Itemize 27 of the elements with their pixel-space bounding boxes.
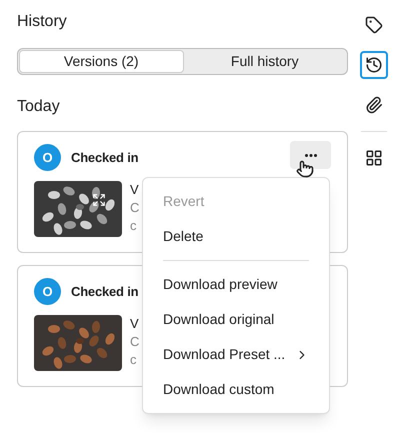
menu-item[interactable]: Download preview [143,267,329,302]
avatar: O [34,278,61,305]
entry-detail: V [130,181,140,199]
paperclip-icon [365,96,383,114]
menu-item[interactable]: Download custom [143,372,329,407]
entry-detail: V [130,315,140,333]
entry-detail: C [130,199,140,217]
menu-item[interactable]: Delete [143,219,329,254]
avatar: O [34,144,61,171]
entry-detail: c [130,351,138,369]
tag-icon [365,16,383,34]
tab[interactable]: Full history [184,50,346,73]
entry-detail: c [130,217,138,235]
tab[interactable]: Versions (2) [19,50,184,73]
entry-action: Checked in [71,282,138,301]
expand-icon[interactable] [92,193,106,207]
section-heading: Today [17,97,61,117]
entry-action: Checked in [71,148,138,167]
more-icon [304,154,316,156]
entry-detail: C [130,333,140,351]
history-button[interactable] [360,51,388,79]
panel-title: History [17,12,68,32]
menu-item[interactable]: Download original [143,302,329,337]
menu-item[interactable]: Download Preset ... [143,337,329,372]
more-button[interactable] [290,141,331,169]
grid-icon [365,149,383,167]
history-icon [365,56,383,74]
